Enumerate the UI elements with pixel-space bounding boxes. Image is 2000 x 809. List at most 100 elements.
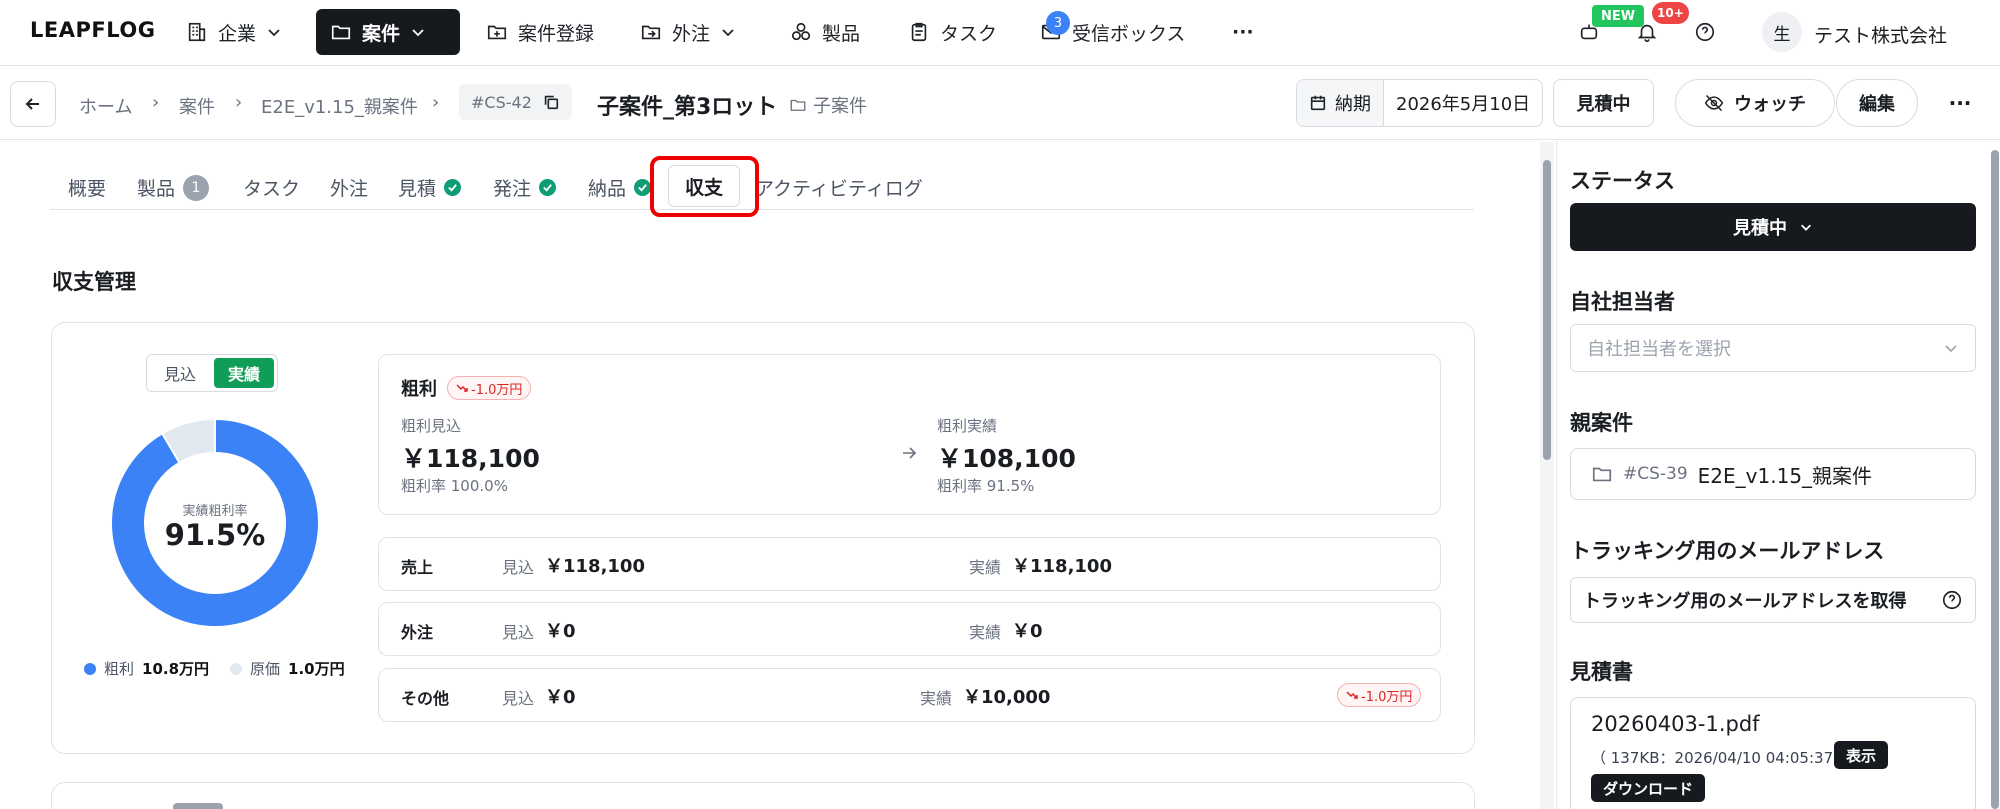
- status-button[interactable]: 見積中: [1553, 79, 1654, 127]
- gross-profit-planned-rate: 粗利率 100.0%: [401, 477, 508, 495]
- row-sales-plan-label: 見込: [502, 558, 535, 577]
- sidebar-scrollbar-thumb[interactable]: [1991, 150, 1999, 809]
- nav-case-register[interactable]: 案件登録: [472, 9, 608, 55]
- chevron-down-icon: [1945, 345, 1957, 353]
- gross-profit-diff-badge: -1.0万円: [447, 376, 532, 400]
- folder-icon: [331, 25, 351, 40]
- due-date-label: 納期: [1335, 94, 1371, 115]
- quote-file-name[interactable]: 20260403-1.pdf: [1591, 712, 1760, 736]
- watch-button[interactable]: ウォッチ: [1675, 79, 1835, 127]
- row-outsourcing-plan-label: 見込: [502, 623, 535, 642]
- download-file-button[interactable]: ダウンロード: [1591, 774, 1706, 802]
- plan-actual-toggle[interactable]: 見込 実績: [146, 354, 279, 392]
- tab-overview[interactable]: 概要: [68, 174, 106, 201]
- tab-delivery[interactable]: 納品: [588, 174, 652, 201]
- gross-profit-planned-label: 粗利見込: [401, 417, 462, 435]
- tab-delivery-label: 納品: [588, 178, 627, 200]
- nav-companies-label: 企業: [218, 22, 257, 45]
- tab-order[interactable]: 発注: [493, 174, 557, 201]
- inbox-count-badge: 3: [1046, 11, 1070, 35]
- breadcrumb-home[interactable]: ホーム: [79, 93, 132, 119]
- gross-profit-box: 粗利 -1.0万円 粗利見込 ￥118,100 粗利率 100.0% 粗利実績 …: [378, 354, 1441, 515]
- nav-outsourcing-label: 外注: [672, 22, 711, 45]
- page-title: 子案件_第3ロット: [597, 95, 778, 120]
- next-card-chip: [173, 803, 223, 809]
- nav-tasks[interactable]: タスク: [894, 9, 1011, 55]
- status-dropdown[interactable]: 見積中: [1570, 203, 1976, 251]
- toggle-option-plan[interactable]: 見込: [150, 358, 210, 388]
- tracking-email-label: トラッキング用のメールアドレスを取得: [1583, 591, 1907, 612]
- tab-outsourcing-label: 外注: [330, 178, 369, 200]
- app-logo[interactable]: LEAPFLOG: [30, 18, 155, 42]
- due-date-value[interactable]: 2026年5月10日: [1384, 90, 1542, 116]
- legend-cost-name: 原価: [250, 660, 281, 678]
- parent-case-name: E2E_v1.15_親案件: [1697, 463, 1873, 488]
- nav-more-button[interactable]: ···: [1218, 9, 1268, 55]
- help-icon[interactable]: [1941, 589, 1963, 611]
- tab-highlight-frame: [650, 156, 759, 217]
- tab-tasks[interactable]: タスク: [243, 174, 300, 201]
- row-outsourcing-actual-label: 実績: [969, 623, 1002, 642]
- toggle-option-actual[interactable]: 実績: [214, 358, 275, 388]
- row-sales-actual-label: 実績: [969, 558, 1002, 577]
- donut-center-value: 91.5%: [164, 518, 266, 552]
- copy-icon[interactable]: [542, 93, 560, 111]
- row-other-diff: -1.0万円: [1361, 689, 1413, 705]
- nav-products-label: 製品: [822, 22, 861, 45]
- chevron-down-icon: [268, 29, 280, 37]
- parent-case-link[interactable]: #CS-39 E2E_v1.15_親案件: [1570, 448, 1976, 500]
- case-type-label: 子案件: [813, 96, 867, 117]
- legend-cost-value: 1.0万円: [288, 660, 345, 678]
- row-other-diff-badge: -1.0万円: [1337, 683, 1422, 707]
- nav-more-label: ···: [1232, 21, 1254, 43]
- watch-label: ウォッチ: [1734, 94, 1806, 115]
- gross-profit-actual-value: ￥108,100: [937, 444, 1076, 473]
- quote-file-meta: （ 137KB：2026/04/10 04:05:37 ）: [1591, 749, 1853, 767]
- avatar[interactable]: 生: [1762, 12, 1802, 52]
- due-date-field[interactable]: 納期 2026年5月10日: [1296, 79, 1544, 127]
- tracking-email-button[interactable]: トラッキング用のメールアドレスを取得: [1570, 577, 1976, 623]
- tab-quote[interactable]: 見積: [398, 174, 462, 201]
- check-circle-icon: [444, 179, 462, 196]
- trend-down-icon: [1346, 691, 1358, 699]
- folder-icon: [790, 99, 806, 111]
- nav-cases-label: 案件: [362, 22, 401, 45]
- quote-section-title: 見積書: [1570, 660, 1633, 684]
- owner-select[interactable]: 自社担当者を選択: [1570, 324, 1976, 372]
- tab-tasks-label: タスク: [243, 178, 301, 200]
- breadcrumb-cases[interactable]: 案件: [179, 93, 215, 119]
- nav-outsourcing[interactable]: 外注: [626, 9, 750, 55]
- gross-profit-header: 粗利 -1.0万円: [401, 375, 532, 401]
- breadcrumb-parent-case[interactable]: E2E_v1.15_親案件: [261, 93, 418, 119]
- view-file-button[interactable]: 表示: [1834, 741, 1889, 769]
- arrow-left-icon: [25, 98, 39, 110]
- owner-section-title: 自社担当者: [1570, 290, 1675, 314]
- clipboard-icon: [911, 22, 927, 42]
- tab-products[interactable]: 製品 1: [137, 174, 210, 201]
- nav-companies[interactable]: 企業: [172, 9, 296, 55]
- tracking-section-title: トラッキング用のメールアドレス: [1570, 539, 1885, 563]
- help-button[interactable]: [1690, 17, 1720, 47]
- nav-cases[interactable]: 案件: [316, 9, 460, 55]
- folder-icon: [1592, 467, 1612, 482]
- status-section-title: ステータス: [1570, 169, 1675, 193]
- due-date-label-cell: 納期: [1297, 80, 1384, 126]
- edit-button[interactable]: 編集: [1836, 79, 1918, 127]
- nav-inbox-label: 受信ボックス: [1072, 22, 1186, 45]
- folder-export-icon: [641, 25, 661, 40]
- next-card: [51, 782, 1475, 809]
- tab-activity-log[interactable]: アクティビティログ: [755, 174, 923, 201]
- main-scrollbar-thumb[interactable]: [1543, 160, 1551, 460]
- tab-outsourcing[interactable]: 外注: [330, 174, 368, 201]
- tab-quote-label: 見積: [398, 178, 437, 200]
- row-sales: 売上 見込 ￥118,100 実績 ￥118,100: [378, 537, 1441, 591]
- legend-profit-swatch: [84, 662, 96, 675]
- gross-profit-actual-label: 粗利実績: [937, 417, 998, 435]
- parent-case-section-title: 親案件: [1570, 411, 1633, 435]
- back-button[interactable]: [10, 81, 56, 127]
- company-name[interactable]: テスト株式会社: [1814, 21, 1947, 48]
- trend-down-icon: [456, 384, 468, 392]
- tab-products-count: 1: [183, 174, 210, 201]
- more-actions-button[interactable]: ···: [1938, 79, 1982, 127]
- nav-products[interactable]: 製品: [776, 9, 874, 55]
